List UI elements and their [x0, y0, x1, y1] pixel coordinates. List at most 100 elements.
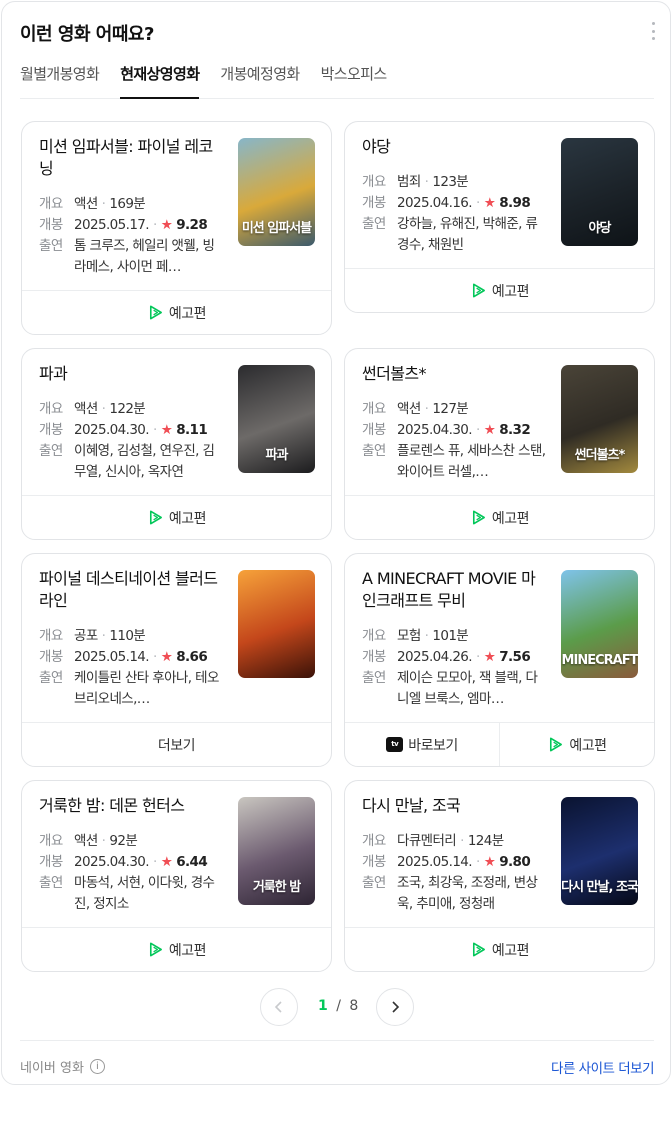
trailer-button[interactable]: 예고편: [22, 496, 331, 539]
movie-card[interactable]: 거룩한 밤: 데몬 헌터스 거룩한 밤 개요 액션 · 92분 개봉 2025.0: [21, 780, 332, 972]
movie-poster[interactable]: 썬더볼츠*: [561, 365, 638, 473]
star-icon: ★: [160, 649, 173, 665]
movie-card-body[interactable]: 야당 야당 개요 범죄 · 123분 개봉 2025.04.16. · ★ 8.98: [345, 122, 654, 268]
action-label: 예고편: [168, 305, 207, 322]
trailer-button[interactable]: 예고편: [22, 291, 331, 334]
movie-title[interactable]: 야당: [362, 136, 548, 158]
action-label: 예고편: [491, 942, 530, 959]
info-icon[interactable]: i: [89, 1059, 105, 1074]
cast-value: 케이틀린 산타 후아나, 테오 브리오네스,…: [74, 670, 219, 707]
play-icon: [472, 510, 485, 525]
rating-score: 9.80: [499, 854, 531, 870]
trailer-button[interactable]: 예고편: [345, 496, 654, 539]
cast-label: 출연: [39, 875, 63, 891]
movie-card[interactable]: 썬더볼츠* 썬더볼츠* 개요 액션 · 127분 개봉 2025.04.30. · ★: [344, 348, 655, 540]
movie-card[interactable]: 파과 파과 개요 액션 · 122분 개봉 2025.04.30. · ★ 8.11: [21, 348, 332, 540]
movie-poster[interactable]: 다시 만날, 조국: [561, 797, 638, 905]
dot-separator: ·: [476, 195, 480, 211]
cast-label: 출연: [362, 443, 386, 459]
movie-card-actions: 예고편: [345, 927, 654, 971]
movie-card[interactable]: 야당 야당 개요 범죄 · 123분 개봉 2025.04.16. · ★ 8.98: [344, 121, 655, 313]
release-date: 2025.04.30.: [74, 422, 150, 438]
tab-upcoming[interactable]: 개봉예정영화: [220, 54, 300, 98]
release-value: 2025.05.14. · ★ 9.80: [397, 852, 531, 873]
movie-card-actions: 더보기: [22, 722, 331, 766]
cast-label: 출연: [39, 670, 63, 686]
release-row: 개봉 2025.04.26. · ★ 7.56: [362, 647, 546, 668]
tab-now-showing[interactable]: 현재상영영화: [120, 54, 200, 99]
release-value: 2025.04.26. · ★ 7.56: [397, 647, 531, 668]
runtime: 92분: [109, 833, 138, 849]
movie-title[interactable]: 파과: [39, 363, 225, 385]
chevron-left-icon: [274, 1001, 282, 1013]
poster-title-text: 야당: [588, 221, 612, 236]
dot-separator: ·: [476, 649, 480, 665]
tab-monthly-releases[interactable]: 월별개봉영화: [20, 54, 100, 98]
action-label: 예고편: [168, 942, 207, 959]
genre: 공포: [74, 628, 98, 644]
movie-poster[interactable]: 거룩한 밤: [238, 797, 315, 905]
source-label: 네이버 영화 i: [20, 1057, 105, 1076]
tab-box-office[interactable]: 박스오피스: [321, 54, 388, 98]
movie-poster[interactable]: 미션 임파서블: [238, 138, 315, 246]
summary-row: 개요 모험 · 101분: [362, 626, 546, 647]
release-row: 개봉 2025.04.16. · ★ 8.98: [362, 193, 546, 214]
pagination: 1 / 8: [2, 988, 672, 1028]
movie-poster[interactable]: [238, 570, 315, 678]
movie-card-body[interactable]: 파과 파과 개요 액션 · 122분 개봉 2025.04.30. · ★ 8.11: [22, 349, 331, 495]
release-label: 개봉: [362, 649, 386, 665]
cast-row: 출연 이혜영, 김성철, 연우진, 김무열, 신시아, 옥자연: [39, 441, 223, 483]
trailer-button[interactable]: 예고편: [499, 723, 654, 766]
movie-card-body[interactable]: 파이널 데스티네이션 블러드라인 개요 공포·110분 개봉 2025.05: [22, 554, 331, 722]
movie-title[interactable]: 거룩한 밤: 데몬 헌터스: [39, 795, 225, 817]
movie-title[interactable]: 미션 임파서블: 파이널 레코닝: [39, 136, 225, 180]
more-options-icon[interactable]: [650, 22, 656, 40]
rating-score: 8.98: [499, 195, 531, 211]
dot-separator: ·: [101, 401, 106, 417]
summary-value: 공포 · 110분: [74, 626, 146, 647]
trailer-button[interactable]: 예고편: [345, 269, 654, 312]
prev-page-button[interactable]: [260, 988, 298, 1026]
category-tabs: 월별개봉영화 현재상영영화 개봉예정영화 박스오피스: [20, 54, 654, 99]
more-button[interactable]: 더보기: [22, 723, 331, 766]
movie-card-actions: tv 바로보기 예고편: [345, 722, 654, 766]
release-label: 개봉: [362, 422, 386, 438]
star-icon: ★: [483, 195, 496, 211]
movie-info: 개요 액션 · 169분 개봉 2025.05.17. · ★ 9.28 출연 톰 크루즈: [39, 194, 223, 278]
movie-title[interactable]: 다시 만날, 조국: [362, 795, 548, 817]
cast-value: 제이슨 모모아, 잭 블랙, 다니엘 브룩스, 엠마…: [397, 670, 538, 707]
movie-title[interactable]: 썬더볼츠*: [362, 363, 548, 385]
movie-card[interactable]: 다시 만날, 조국 다시 만날, 조국 개요 다큐멘터리 · 124분 개봉 20: [344, 780, 655, 972]
movie-card-body[interactable]: 미션 임파서블: 파이널 레코닝 미션 임파서블 개요 액션·169분 개봉: [22, 122, 331, 290]
movie-card-body[interactable]: 다시 만날, 조국 다시 만날, 조국 개요 다큐멘터리 · 124분 개봉 20: [345, 781, 654, 927]
dot-separator: ·: [476, 854, 480, 870]
release-date: 2025.04.30.: [74, 854, 150, 870]
summary-label: 개요: [39, 401, 63, 417]
movie-card-actions: 예고편: [22, 927, 331, 971]
section-title: 이런 영화 어때요?: [20, 24, 154, 45]
movie-card[interactable]: A MINECRAFT MOVIE 마인크래프트 무비 MINECRAFT 개요…: [344, 553, 655, 767]
release-value: 2025.05.17. · ★ 9.28: [74, 215, 208, 236]
movie-poster[interactable]: MINECRAFT: [561, 570, 638, 678]
movie-card[interactable]: 미션 임파서블: 파이널 레코닝 미션 임파서블 개요 액션·169분 개봉: [21, 121, 332, 335]
movie-title[interactable]: 파이널 데스티네이션 블러드라인: [39, 568, 225, 612]
trailer-button[interactable]: 예고편: [345, 928, 654, 971]
movie-card-body[interactable]: 썬더볼츠* 썬더볼츠* 개요 액션 · 127분 개봉 2025.04.30. · ★: [345, 349, 654, 495]
summary-label: 개요: [39, 833, 63, 849]
trailer-button[interactable]: 예고편: [22, 928, 331, 971]
more-sites-link[interactable]: 다른 사이트 더보기: [551, 1057, 654, 1077]
movie-info: 개요 액션 · 92분 개봉 2025.04.30. · ★ 6.44 출연 마동석, 서: [39, 831, 223, 915]
movie-title[interactable]: A MINECRAFT MOVIE 마인크래프트 무비: [362, 568, 548, 612]
movie-card[interactable]: 파이널 데스티네이션 블러드라인 개요 공포·110분 개봉 2025.05: [21, 553, 332, 767]
rating-score: 8.32: [499, 422, 531, 438]
summary-row: 개요 공포 · 110분: [39, 626, 223, 647]
movie-card-body[interactable]: A MINECRAFT MOVIE 마인크래프트 무비 MINECRAFT 개요…: [345, 554, 654, 722]
star-icon: ★: [483, 422, 496, 438]
movie-card-body[interactable]: 거룩한 밤: 데몬 헌터스 거룩한 밤 개요 액션 · 92분 개봉 2025.0: [22, 781, 331, 927]
next-page-button[interactable]: [376, 988, 414, 1026]
release-row: 개봉 2025.04.30. · ★ 8.32: [362, 420, 546, 441]
movie-poster[interactable]: 파과: [238, 365, 315, 473]
movie-poster[interactable]: 야당: [561, 138, 638, 246]
rating-score: 8.66: [176, 649, 208, 665]
watch-now-button[interactable]: tv 바로보기: [345, 723, 499, 766]
